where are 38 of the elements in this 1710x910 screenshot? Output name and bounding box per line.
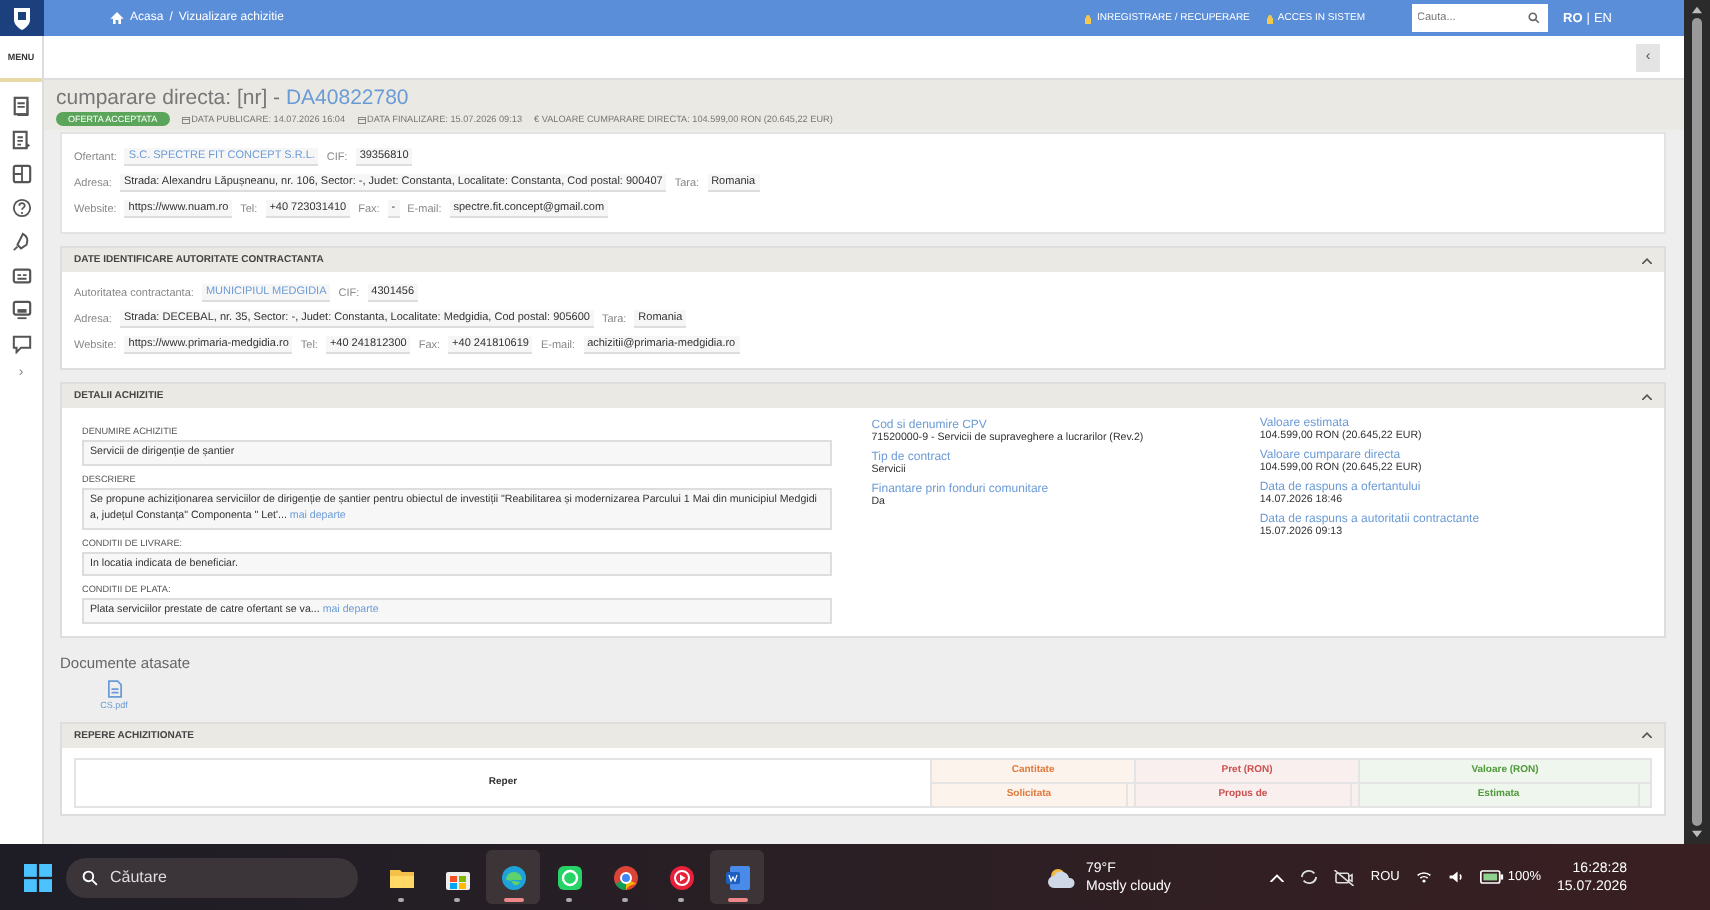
scroll-up-icon bbox=[1692, 6, 1702, 14]
document-icon[interactable] bbox=[11, 96, 31, 116]
calendar-icon bbox=[181, 115, 190, 123]
list-document-icon[interactable] bbox=[11, 130, 31, 150]
weather-icon bbox=[1046, 865, 1078, 889]
logo-icon bbox=[12, 6, 32, 30]
sync-icon[interactable] bbox=[1300, 868, 1319, 886]
battery-icon bbox=[1479, 870, 1504, 884]
book-icon[interactable] bbox=[11, 164, 31, 184]
lock-icon bbox=[1084, 13, 1093, 23]
help-icon[interactable] bbox=[11, 198, 31, 218]
caret-up-icon[interactable] bbox=[1642, 257, 1652, 263]
start-icon[interactable] bbox=[24, 863, 52, 891]
camera-off-icon[interactable] bbox=[1334, 869, 1355, 885]
browser-icon bbox=[499, 863, 527, 891]
scrollbar-thumb[interactable] bbox=[1692, 18, 1702, 826]
chevron-up-icon[interactable] bbox=[1270, 873, 1285, 881]
document-icon bbox=[723, 863, 751, 891]
chat-icon[interactable] bbox=[11, 334, 31, 354]
caret-up-icon[interactable] bbox=[1642, 732, 1652, 738]
scroll-down-icon bbox=[1692, 830, 1702, 838]
home-icon bbox=[110, 12, 124, 24]
caret-up-icon[interactable] bbox=[1642, 393, 1652, 399]
volume-icon[interactable] bbox=[1447, 870, 1464, 884]
search-icon bbox=[82, 869, 98, 885]
file-icon bbox=[107, 679, 121, 697]
lock-icon bbox=[1265, 13, 1274, 23]
id-card-icon[interactable] bbox=[11, 266, 31, 286]
calendar-icon bbox=[357, 115, 366, 123]
search-icon bbox=[1527, 12, 1540, 24]
play-icon bbox=[667, 863, 695, 891]
wifi-icon[interactable] bbox=[1415, 870, 1432, 884]
taskbar-app[interactable] bbox=[486, 850, 540, 904]
monitor-icon[interactable] bbox=[11, 300, 31, 320]
chat-icon bbox=[555, 863, 583, 891]
search-field[interactable]: Căutare bbox=[66, 857, 358, 897]
browser-icon bbox=[611, 863, 639, 891]
page-title: cumparare directa: [nr] - DA40822780 bbox=[56, 86, 411, 110]
